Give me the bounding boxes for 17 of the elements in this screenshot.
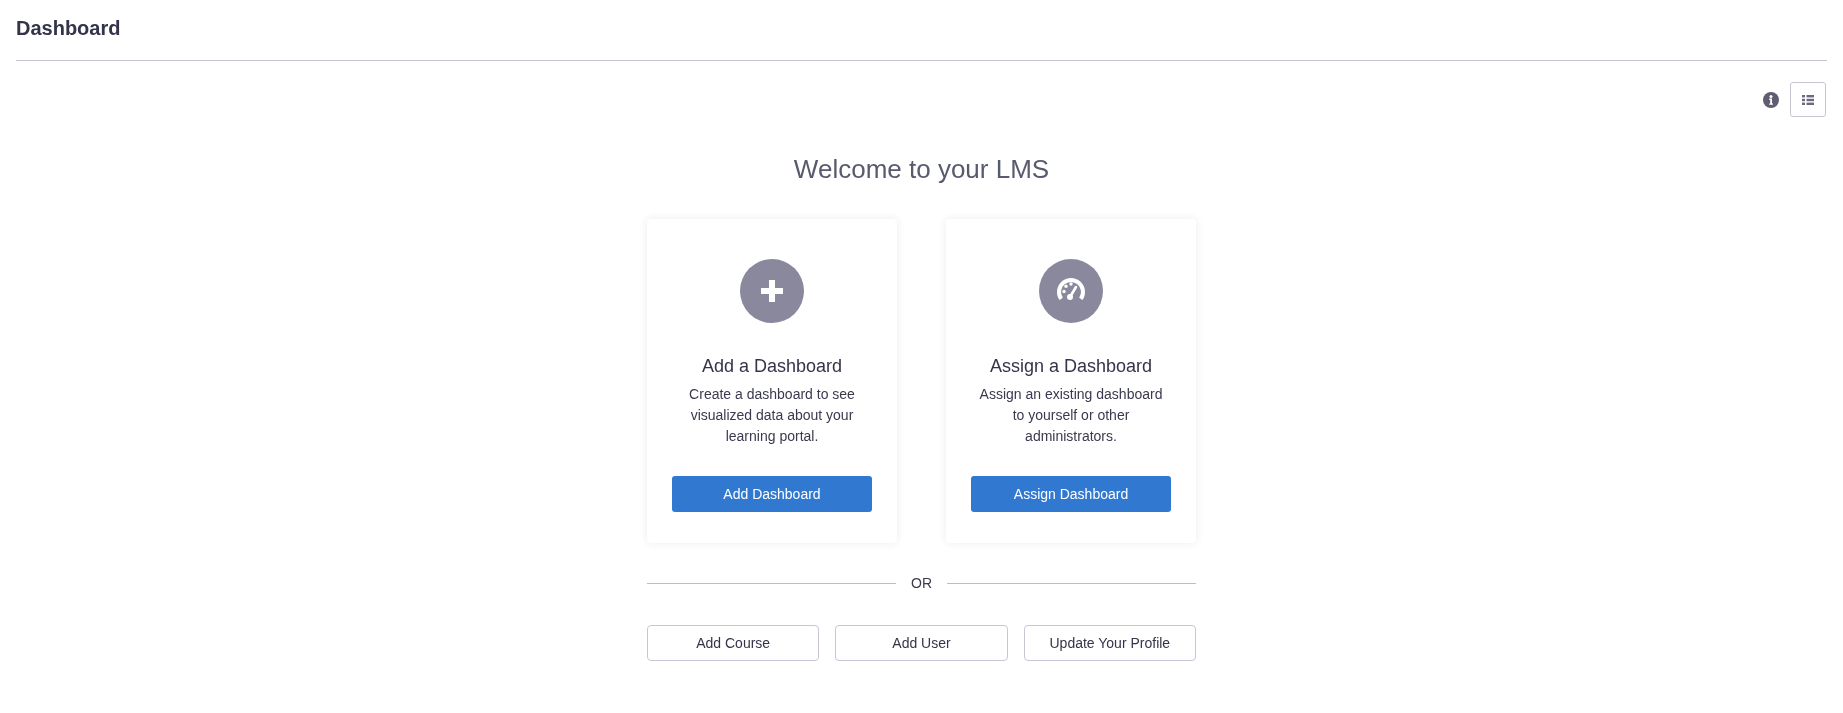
list-icon: [1802, 94, 1814, 105]
quick-action-button[interactable]: Add Course: [647, 625, 820, 661]
plus-icon: [740, 259, 804, 323]
card-description: Create a dashboard to see visualized data about your learning portal.: [688, 385, 856, 446]
gauge-icon: [1039, 259, 1103, 323]
list-view-button[interactable]: [1790, 82, 1826, 117]
info-icon[interactable]: [1763, 91, 1779, 108]
assign-dashboard-button[interactable]: Assign Dashboard: [971, 476, 1171, 512]
or-label: OR: [911, 574, 932, 593]
card-title: Add a Dashboard: [700, 355, 844, 378]
quick-action-button[interactable]: Update Your Profile: [1023, 625, 1196, 661]
welcome-heading: Welcome to your LMS: [792, 153, 1051, 185]
add-dashboard-button[interactable]: Add Dashboard: [672, 476, 872, 512]
page-title: Dashboard: [16, 16, 122, 40]
card-title: Assign a Dashboard: [988, 355, 1154, 378]
quick-action-button[interactable]: Add User: [835, 625, 1008, 661]
card-description: Assign an existing dashboard to yourself or other administrators.: [978, 385, 1164, 446]
